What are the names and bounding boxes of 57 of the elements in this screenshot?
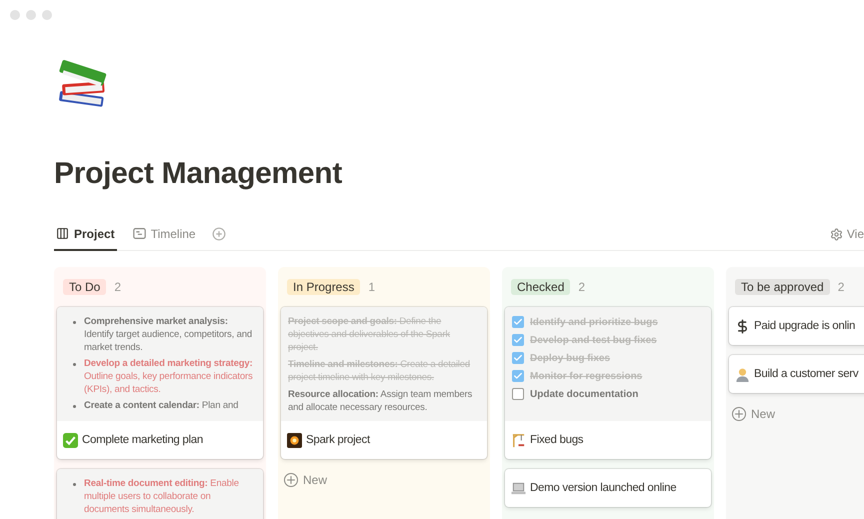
card-count: 1	[368, 280, 376, 294]
todo-text: Identify and prioritize bugs	[530, 316, 658, 328]
board-card[interactable]: Demo version launched online	[505, 469, 711, 507]
bullet-icon	[73, 321, 76, 324]
board-card[interactable]: Build a customer serv	[729, 355, 864, 393]
board-card[interactable]	[281, 307, 487, 459]
checkbox[interactable]	[512, 388, 524, 400]
preview-text: Resource allocation: Assign team members and allocate necessary resources.	[288, 388, 474, 414]
todo-text: Deploy bug fixes	[530, 352, 610, 364]
bullet-icon	[73, 405, 76, 408]
checkbox[interactable]	[512, 334, 524, 346]
plus-icon	[732, 407, 746, 421]
card-count: 2	[114, 280, 122, 294]
bullet-text: Develop a detailed marketing strategy: Outline goals, key performance indicators (KPIs), and tactics.	[84, 357, 254, 396]
crane-icon	[511, 432, 526, 448]
view-tab[interactable]: Timeline	[130, 218, 198, 250]
add-view-icon[interactable]	[212, 227, 226, 241]
card-title: Spark project	[306, 434, 370, 446]
bullet-text: Real-time document editing: Enable multiple users to collaborate on documents simultaneously.	[84, 477, 240, 516]
view-tab[interactable]: Project	[54, 218, 117, 250]
card-title: Paid upgrade is onlin	[754, 320, 856, 332]
card-title: Build a customer serv	[754, 368, 858, 380]
bullet-text: Comprehensive market analysis: Identify target audience, competitors, and market trends.	[84, 315, 253, 354]
bullet-text: Create a content calendar: Plan and	[84, 399, 238, 412]
plus-icon	[284, 473, 298, 487]
todo-text: Monitor for regressions	[530, 370, 642, 382]
settings-icon	[830, 228, 843, 240]
dollar-icon	[735, 318, 750, 334]
person-icon	[735, 366, 750, 382]
checkbox[interactable]	[512, 352, 524, 364]
board-icon	[56, 227, 69, 240]
card-title: Complete marketing plan	[82, 434, 203, 446]
todo-text: Update documentation	[530, 388, 638, 400]
sparkle-icon	[287, 432, 302, 448]
card-count: 2	[838, 280, 844, 294]
view-settings-button[interactable]: Vie	[830, 227, 864, 241]
timeline-icon	[132, 227, 146, 240]
laptop-icon	[511, 480, 526, 496]
page-title: Project Management	[54, 156, 344, 192]
status-tag: In Progress	[287, 279, 360, 295]
board-card[interactable]: Identify and prioritize bugs Develop and test bug fixes Deploy bug fixes Monitor for regressions Update documentation Fixed bugs	[505, 307, 711, 459]
status-tag: To be approved	[735, 279, 830, 295]
bullet-icon	[73, 483, 76, 486]
checkmark-icon	[63, 432, 78, 448]
card-title: Fixed bugs	[530, 434, 584, 446]
board-card[interactable]	[57, 307, 263, 459]
card-title: Demo version launched online	[530, 482, 676, 494]
board-card[interactable]: Paid upgrade is onlin	[729, 307, 864, 345]
card-count: 2	[578, 280, 586, 294]
bullet-icon	[73, 363, 76, 366]
checkbox[interactable]	[512, 370, 524, 382]
status-tag: To Do	[63, 279, 106, 295]
todo-text: Develop and test bug fixes	[530, 334, 657, 346]
preview-text: Project scope and goals: Define the objectives and deliverables of the Spark project.	[288, 315, 451, 354]
checkbox[interactable]	[512, 316, 524, 328]
preview-text: Timeline and milestones: Create a detailed project timeline with key milestones.	[288, 358, 472, 384]
status-tag: Checked	[511, 279, 570, 295]
